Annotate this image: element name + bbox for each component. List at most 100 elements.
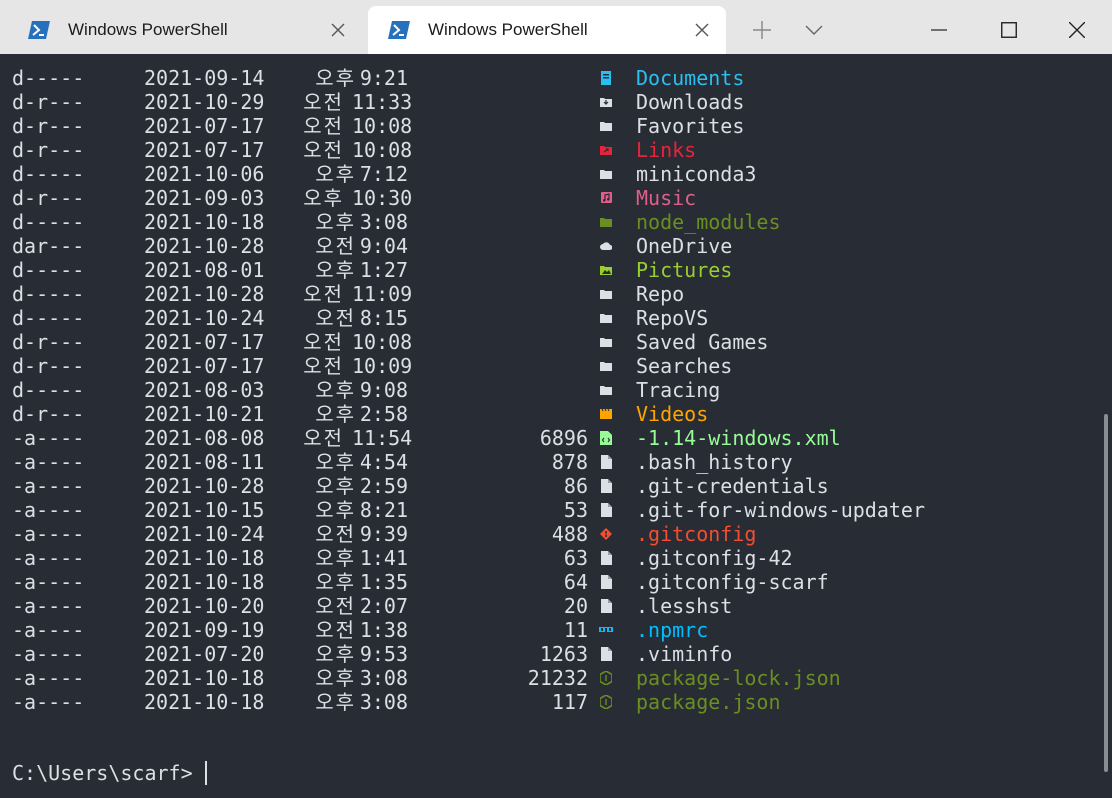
prompt-text: C:\Users\scarf>: [12, 761, 193, 785]
row-time: 8:15: [359, 306, 408, 330]
scrollbar[interactable]: [1104, 414, 1108, 772]
row-name: Pictures: [636, 258, 733, 282]
nodejs-icon: [598, 666, 614, 690]
row-mode: d-r---: [12, 186, 85, 210]
row-date: 2021-09-14: [144, 66, 265, 90]
row-time: 1:41: [359, 546, 408, 570]
row-name: Documents: [636, 66, 745, 90]
row-name: .gitconfig: [636, 522, 757, 546]
row-ampm: 오후: [315, 378, 356, 402]
row-date: 2021-07-17: [144, 138, 265, 162]
row-date: 2021-10-28: [144, 474, 265, 498]
row-mode: -a----: [12, 450, 85, 474]
tab-dropdown-button[interactable]: [794, 8, 834, 52]
row-time: 11:09: [352, 282, 413, 306]
maximize-button[interactable]: [986, 8, 1032, 52]
tab-title: Windows PowerShell: [428, 20, 588, 39]
row-time: 2:59: [359, 474, 408, 498]
row-date: 2021-08-01: [144, 258, 265, 282]
row-ampm: 오전: [303, 354, 344, 378]
row-name: Repo: [636, 282, 685, 306]
row-time: 11:33: [352, 90, 413, 114]
row-ampm: 오후: [315, 402, 356, 426]
row-mode: d-r---: [12, 354, 85, 378]
listing-row: -a---- 2021-08-08 오전 11:54 6896 -1.14-windows…: [0, 426, 1100, 450]
row-mode: -a----: [12, 426, 85, 450]
row-mode: d-r---: [12, 90, 85, 114]
close-window-button[interactable]: [1054, 8, 1100, 52]
row-time: 2:07: [359, 594, 408, 618]
row-date: 2021-10-29: [144, 90, 265, 114]
row-mode: -a----: [12, 522, 85, 546]
row-length: 20: [563, 594, 588, 618]
listing-row: d----- 2021-10-18 오후 3:08 node_modules: [0, 210, 1100, 234]
row-name: Music: [636, 186, 697, 210]
terminal-output[interactable]: d----- 2021-09-14 오후 9:21 Documents d-r--- 202…: [0, 54, 1112, 798]
row-time: 3:08: [359, 210, 408, 234]
row-ampm: 오전: [315, 618, 356, 642]
row-ampm: 오후: [315, 258, 356, 282]
row-ampm: 오후: [315, 666, 356, 690]
listing-row: d----- 2021-08-03 오후 9:08 Tracing: [0, 378, 1100, 402]
row-name: .npmrc: [636, 618, 709, 642]
folder-icon: [598, 330, 614, 354]
close-tab-icon[interactable]: [324, 16, 352, 44]
row-ampm: 오전: [315, 522, 356, 546]
close-tab-icon[interactable]: [688, 16, 716, 44]
listing-row: d-r--- 2021-07-17 오전 10:09 Searches: [0, 354, 1100, 378]
new-tab-button[interactable]: [742, 8, 782, 52]
row-date: 2021-09-03: [144, 186, 265, 210]
powershell-icon: [28, 20, 50, 40]
row-time: 9:53: [359, 642, 408, 666]
row-time: 7:12: [359, 162, 408, 186]
listing-row: d----- 2021-10-28 오전 11:09 Repo: [0, 282, 1100, 306]
row-date: 2021-08-03: [144, 378, 265, 402]
videos-folder-icon: [598, 402, 614, 426]
downloads-folder-icon: [598, 90, 614, 114]
tab-powershell-2[interactable]: Windows PowerShell: [368, 6, 726, 54]
listing-row: -a---- 2021-08-11 오후 4:54 878 .bash_history: [0, 450, 1100, 474]
npm-icon: [598, 618, 614, 642]
minimize-button[interactable]: [916, 8, 962, 52]
row-ampm: 오전: [303, 90, 344, 114]
row-time: 10:09: [352, 354, 413, 378]
row-mode: d-----: [12, 378, 85, 402]
row-mode: d-----: [12, 162, 85, 186]
file-icon: [598, 474, 614, 498]
row-ampm: 오후: [315, 162, 356, 186]
listing-row: d-r--- 2021-07-17 오전 10:08 Favorites: [0, 114, 1100, 138]
listing-row: -a---- 2021-10-20 오전 2:07 20 .lesshst: [0, 594, 1100, 618]
row-name: .gitconfig-scarf: [636, 570, 829, 594]
listing-row: -a---- 2021-07-20 오후 9:53 1263 .viminfo: [0, 642, 1100, 666]
row-mode: -a----: [12, 570, 85, 594]
file-icon: [598, 570, 614, 594]
row-ampm: 오후: [315, 474, 356, 498]
row-mode: -a----: [12, 618, 85, 642]
row-date: 2021-10-18: [144, 570, 265, 594]
row-ampm: 오전: [315, 594, 356, 618]
row-name: Saved Games: [636, 330, 769, 354]
row-length: 117: [551, 690, 588, 714]
row-date: 2021-10-06: [144, 162, 265, 186]
row-name: .git-for-windows-updater: [636, 498, 925, 522]
command-prompt[interactable]: C:\Users\scarf>: [12, 761, 207, 785]
row-mode: -a----: [12, 690, 85, 714]
row-mode: -a----: [12, 498, 85, 522]
row-name: .lesshst: [636, 594, 733, 618]
file-icon: [598, 594, 614, 618]
row-length: 878: [551, 450, 588, 474]
row-name: Tracing: [636, 378, 721, 402]
row-name: RepoVS: [636, 306, 709, 330]
listing-row: -a---- 2021-10-18 오후 3:08 21232 package-lock.…: [0, 666, 1100, 690]
folder-icon: [598, 306, 614, 330]
row-date: 2021-10-18: [144, 546, 265, 570]
row-date: 2021-10-21: [144, 402, 265, 426]
listing-row: d----- 2021-08-01 오후 1:27 Pictures: [0, 258, 1100, 282]
row-mode: d-----: [12, 258, 85, 282]
pictures-folder-icon: [598, 258, 614, 282]
row-ampm: 오후: [315, 546, 356, 570]
row-date: 2021-07-20: [144, 642, 265, 666]
row-ampm: 오전: [315, 234, 356, 258]
row-length: 1263: [539, 642, 588, 666]
tab-powershell-1[interactable]: Windows PowerShell: [8, 6, 362, 54]
